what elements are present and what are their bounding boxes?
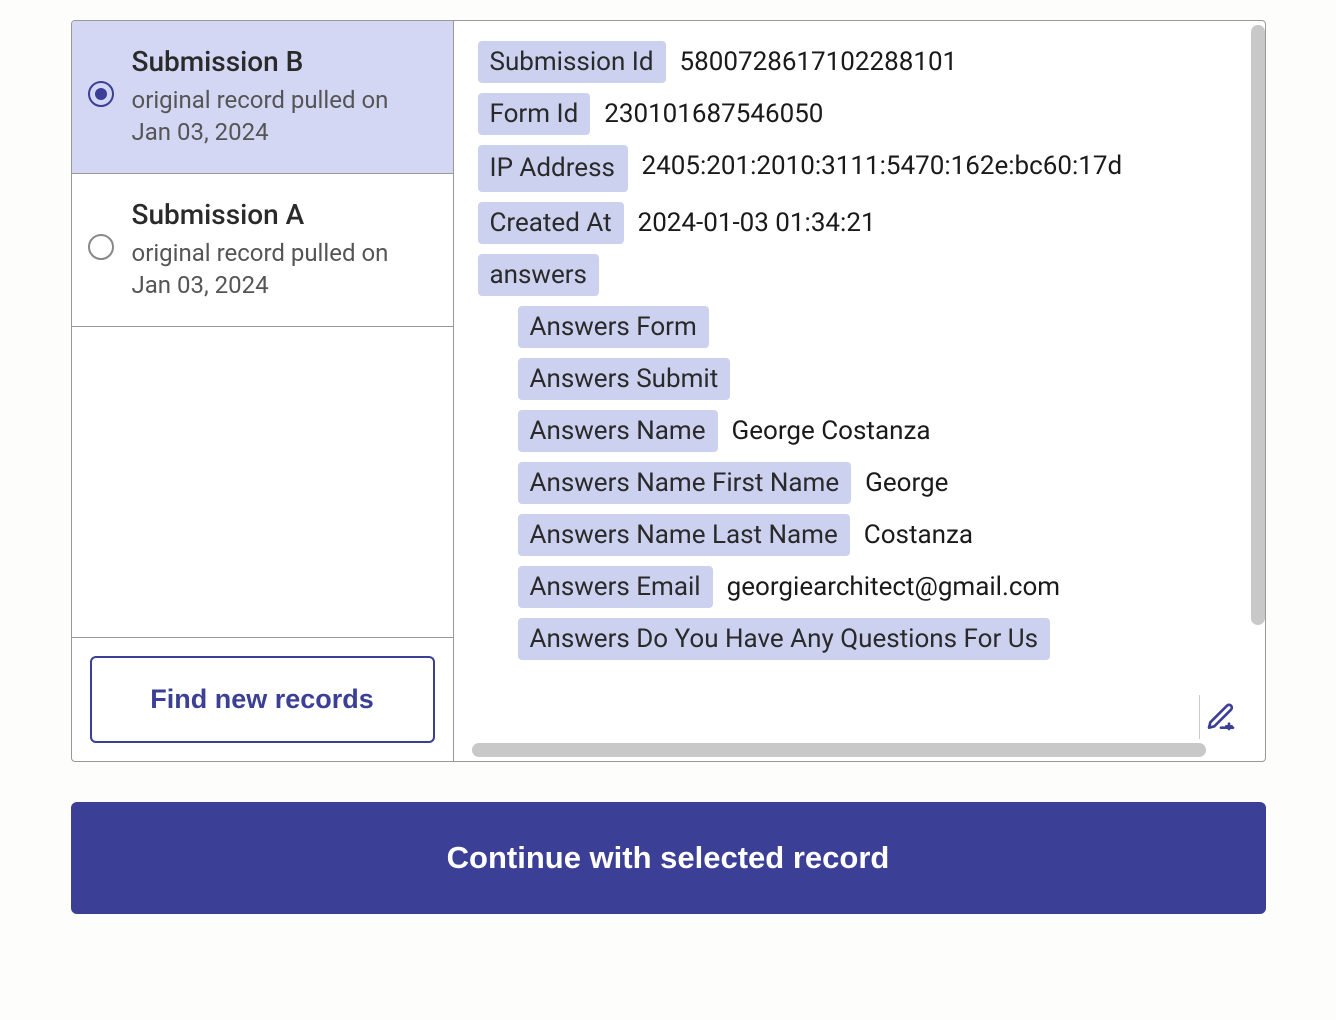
field-form-id: Form Id 230101687546050 bbox=[478, 93, 1241, 135]
field-label: answers bbox=[478, 254, 599, 296]
field-answers-header: answers bbox=[478, 254, 1241, 296]
record-title: Submission B bbox=[132, 45, 433, 78]
field-ip-address: IP Address 2405:201:2010:3111:5470:162e:… bbox=[478, 145, 1241, 192]
record-subtitle: original record pulled on Jan 03, 2024 bbox=[132, 237, 433, 302]
field-answers-submit: Answers Submit bbox=[518, 358, 1241, 400]
field-answers-name: Answers Name George Costanza bbox=[518, 410, 1241, 452]
scrollbar-thumb[interactable] bbox=[1251, 25, 1265, 625]
field-label: Answers Name First Name bbox=[518, 462, 852, 504]
continue-button[interactable]: Continue with selected record bbox=[71, 802, 1266, 914]
record-subtitle: original record pulled on Jan 03, 2024 bbox=[132, 84, 433, 149]
vertical-scrollbar[interactable] bbox=[1251, 23, 1265, 759]
record-item-submission-b[interactable]: Submission B original record pulled on J… bbox=[72, 21, 453, 174]
field-value: George Costanza bbox=[732, 410, 931, 446]
radio-dot-icon bbox=[95, 88, 107, 100]
field-answers-first-name: Answers Name First Name George bbox=[518, 462, 1241, 504]
record-text: Submission B original record pulled on J… bbox=[132, 45, 433, 149]
pencil-plus-icon bbox=[1205, 701, 1237, 733]
record-item-submission-a[interactable]: Submission A original record pulled on J… bbox=[72, 174, 453, 327]
field-value: 5800728617102288101 bbox=[680, 41, 958, 77]
scrollbar-thumb[interactable] bbox=[472, 743, 1206, 757]
edit-add-icon[interactable] bbox=[1199, 695, 1243, 739]
field-answers-questions: Answers Do You Have Any Questions For Us bbox=[518, 618, 1241, 660]
field-value: George bbox=[865, 462, 948, 498]
record-title: Submission A bbox=[132, 198, 433, 231]
field-label: Created At bbox=[478, 202, 624, 244]
detail-pane: Submission Id 5800728617102288101 Form I… bbox=[454, 21, 1265, 761]
record-text: Submission A original record pulled on J… bbox=[132, 198, 433, 302]
field-value: Costanza bbox=[864, 514, 973, 550]
field-answers-last-name: Answers Name Last Name Costanza bbox=[518, 514, 1241, 556]
answers-nested: Answers Form Answers Submit Answers Name… bbox=[518, 306, 1241, 660]
field-label: Answers Form bbox=[518, 306, 709, 348]
field-value: 230101687546050 bbox=[604, 93, 823, 129]
field-value: 2024-01-03 01:34:21 bbox=[638, 202, 876, 238]
field-label: Form Id bbox=[478, 93, 591, 135]
field-label: IP Address bbox=[478, 145, 628, 192]
field-label: Answers Do You Have Any Questions For Us bbox=[518, 618, 1051, 660]
field-label: Answers Name Last Name bbox=[518, 514, 850, 556]
field-created-at: Created At 2024-01-03 01:34:21 bbox=[478, 202, 1241, 244]
field-label: Submission Id bbox=[478, 41, 666, 83]
sidebar-footer: Find new records bbox=[72, 638, 453, 761]
field-value: 2405:201:2010:3111:5470:162e:bc60:17d bbox=[642, 145, 1123, 181]
field-answers-email: Answers Email georgiearchitect@gmail.com bbox=[518, 566, 1241, 608]
horizontal-scrollbar[interactable] bbox=[472, 743, 1245, 757]
radio-submission-b[interactable] bbox=[88, 81, 114, 107]
radio-submission-a[interactable] bbox=[88, 234, 114, 260]
field-value: georgiearchitect@gmail.com bbox=[727, 566, 1061, 602]
record-list: Submission B original record pulled on J… bbox=[72, 21, 453, 638]
sidebar: Submission B original record pulled on J… bbox=[72, 21, 454, 761]
field-answers-form: Answers Form bbox=[518, 306, 1241, 348]
field-label: Answers Name bbox=[518, 410, 718, 452]
field-label: Answers Email bbox=[518, 566, 713, 608]
field-submission-id: Submission Id 5800728617102288101 bbox=[478, 41, 1241, 83]
record-panel: Submission B original record pulled on J… bbox=[71, 20, 1266, 762]
find-new-records-button[interactable]: Find new records bbox=[90, 656, 435, 743]
field-label: Answers Submit bbox=[518, 358, 731, 400]
